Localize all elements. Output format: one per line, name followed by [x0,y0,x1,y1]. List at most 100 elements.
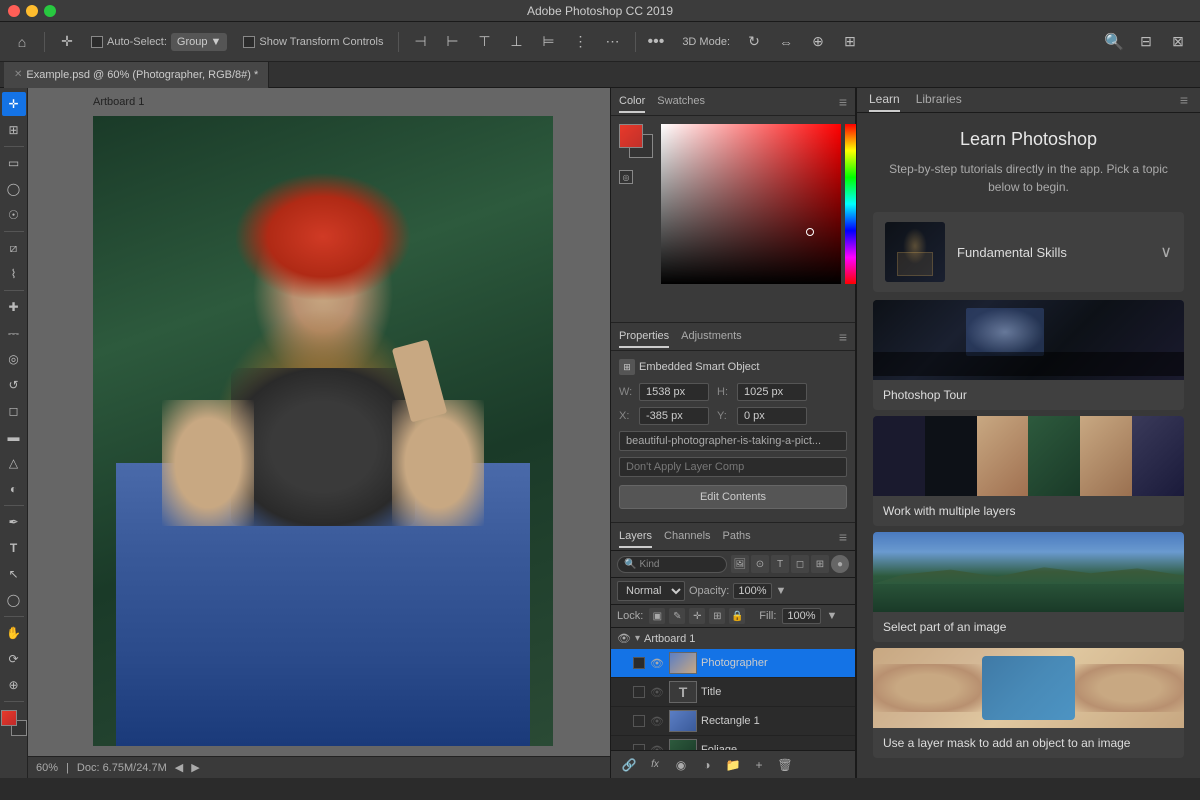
color-panel-menu-btn[interactable]: ≡ [839,94,847,110]
layer-title[interactable]: 👁 T Title [611,678,855,707]
layer-delete-btn[interactable]: 🗑 [775,755,795,775]
gradient-btn[interactable]: ▬ [2,425,26,449]
align-left-icon[interactable]: ⊣ [407,28,435,56]
properties-panel-menu-btn[interactable]: ≡ [839,329,847,345]
tab-paths[interactable]: Paths [723,526,751,548]
3d-pan-icon[interactable]: ⇔ [772,28,800,56]
lock-transparent-btn[interactable]: ▣ [649,608,665,624]
tab-libraries[interactable]: Libraries [916,88,962,112]
layer-foliage[interactable]: 👁 Foliage [611,736,855,750]
auto-select-check[interactable] [91,36,103,48]
filter-smart-btn[interactable]: ⊞ [811,555,829,573]
lock-image-btn[interactable]: ✎ [669,608,685,624]
distribute-v-icon[interactable]: ⋮ [567,28,595,56]
tab-properties[interactable]: Properties [619,326,669,348]
tab-color[interactable]: Color [619,91,645,113]
align-right-icon[interactable]: ⊤ [471,28,499,56]
move-icon[interactable]: ✛ [53,28,81,56]
lock-all-btn[interactable]: 🔒 [729,608,745,624]
group-dropdown[interactable]: Group ▼ [171,33,227,51]
tab-layers[interactable]: Layers [619,526,652,548]
shape-btn[interactable]: ◯ [2,588,26,612]
hand-btn[interactable]: ✋ [2,621,26,645]
brush-btn[interactable]: ⎓ [2,321,26,345]
filter-shape-btn[interactable]: ◻ [791,555,809,573]
layer-adjustment-btn[interactable]: ◑ [697,755,717,775]
distribute-icon[interactable]: ⊨ [535,28,563,56]
search-icon[interactable]: 🔍 [1104,32,1124,52]
tab-swatches[interactable]: Swatches [657,91,705,113]
learn-panel-menu-btn[interactable]: ≡ [1180,92,1188,108]
eraser-btn[interactable]: ◻ [2,399,26,423]
zoom-btn[interactable]: ⊕ [2,673,26,697]
lock-artboard-btn[interactable]: ⊞ [709,608,725,624]
canvas-arrow-right[interactable]: ▶ [191,761,199,774]
rotate-view-btn[interactable]: ⟳ [2,647,26,671]
edit-contents-button[interactable]: Edit Contents [619,485,847,509]
fundamental-skills-header[interactable]: Fundamental Skills ∨ [873,212,1184,292]
rectangular-marquee-btn[interactable]: ▭ [2,151,26,175]
filter-type-btn[interactable]: T [771,555,789,573]
align-center-icon[interactable]: ⊢ [439,28,467,56]
blur-btn[interactable]: △ [2,451,26,475]
crop-btn[interactable]: ⧄ [2,236,26,260]
path-select-btn[interactable]: ↖ [2,562,26,586]
tab-learn[interactable]: Learn [869,88,900,112]
tutorial-card-layer-mask[interactable]: Use a layer mask to add an object to an … [873,648,1184,758]
filter-adjust-btn[interactable]: ⊙ [751,555,769,573]
layer-new-btn[interactable]: + [749,755,769,775]
layer-name-input[interactable] [619,431,847,451]
layer-select-checkbox[interactable] [633,657,645,669]
color-swatches[interactable] [1,710,27,736]
pen-btn[interactable]: ✒ [2,510,26,534]
maximize-window-btn[interactable] [44,5,56,17]
layer-photographer[interactable]: 👁 Photographer [611,649,855,678]
canvas-arrow-left[interactable]: ◀ [175,761,183,774]
show-transform-check[interactable] [243,36,255,48]
3d-rotate-icon[interactable]: ↻ [740,28,768,56]
layer-visibility-icon[interactable]: 👁 [649,657,665,670]
tutorial-card-select[interactable]: Select part of an image [873,532,1184,642]
layer-mask-btn[interactable]: ◉ [671,755,691,775]
more-options-btn[interactable]: ••• [644,33,669,51]
fundamental-skills-chevron[interactable]: ∨ [1160,242,1172,262]
history-brush-btn[interactable]: ↺ [2,373,26,397]
blend-mode-select[interactable]: Normal Multiply Screen [617,581,685,601]
type-btn[interactable]: T [2,536,26,560]
minimize-window-btn[interactable] [26,5,38,17]
distribute-h-icon[interactable]: ⋯ [599,28,627,56]
layer-visibility-icon[interactable]: 👁 [649,686,665,699]
3d-orbit-icon[interactable]: ⊕ [804,28,832,56]
clone-stamp-btn[interactable]: ◎ [2,347,26,371]
layer-visibility-icon[interactable]: 👁 [649,715,665,728]
align-top-icon[interactable]: ⊥ [503,28,531,56]
arrange-icon[interactable]: ⊠ [1164,28,1192,56]
layer-select-checkbox[interactable] [633,715,645,727]
healing-btn[interactable]: ✚ [2,295,26,319]
document-tab[interactable]: ✕ Example.psd @ 60% (Photographer, RGB/8… [4,62,269,88]
close-window-btn[interactable] [8,5,20,17]
artboard-visibility-icon[interactable]: 👁 [617,632,631,645]
layer-fx-btn[interactable]: fx [645,755,665,775]
filter-on-off[interactable]: ● [831,555,849,573]
3d-camera-icon[interactable]: ⊞ [836,28,864,56]
lasso-btn[interactable]: ◯ [2,177,26,201]
foreground-color-swatch[interactable] [1,710,17,726]
home-icon[interactable]: ⌂ [8,28,36,56]
artboard-expand-icon[interactable]: ▾ [635,633,640,644]
layer-rectangle1[interactable]: 👁 Rectangle 1 [611,707,855,736]
workspace-icon[interactable]: ⊟ [1132,28,1160,56]
fg-bg-swatches[interactable] [619,124,653,158]
layers-panel-menu-btn[interactable]: ≡ [839,529,847,545]
tab-channels[interactable]: Channels [664,526,710,548]
canvas-area[interactable]: Artboard 1 [28,88,610,778]
color-picker-gradient[interactable] [661,124,841,284]
show-transform-item[interactable]: Show Transform Controls [237,32,389,52]
auto-select-checkbox[interactable]: Auto-Select: Group ▼ [85,29,233,55]
artboard-group-header[interactable]: 👁 ▾ Artboard 1 [611,628,855,649]
layer-comp-dropdown[interactable] [619,457,847,477]
artboard-tool-btn[interactable]: ⊞ [2,118,26,142]
move-tool-btn[interactable]: ✛ [2,92,26,116]
dodge-btn[interactable]: ◐ [2,477,26,501]
lock-position-btn[interactable]: ✛ [689,608,705,624]
